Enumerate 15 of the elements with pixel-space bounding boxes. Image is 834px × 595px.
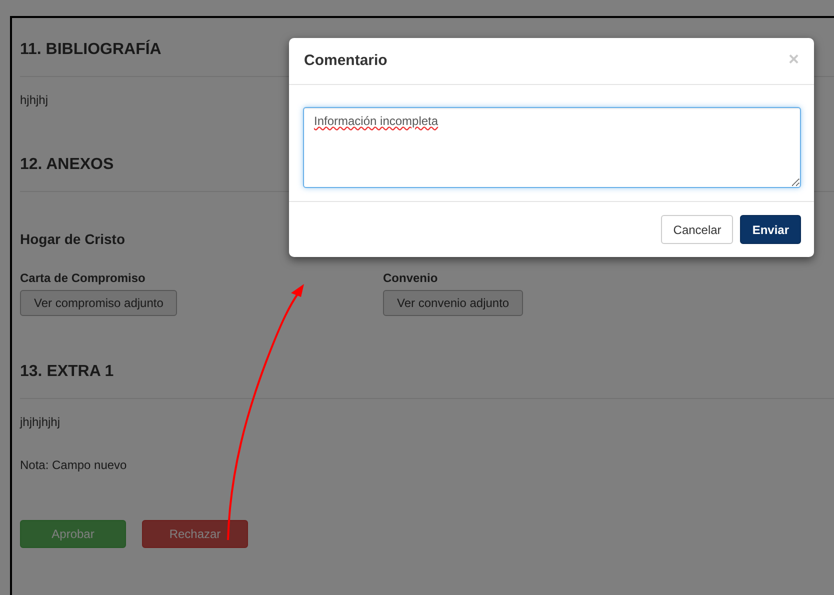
note-text: Nota: Campo nuevo: [20, 457, 127, 474]
field-label: Convenio: [383, 271, 438, 285]
cancel-button[interactable]: Cancelar: [661, 215, 734, 244]
subheading: Hogar de Cristo: [20, 230, 126, 249]
section-text: jhjhjhjhj: [20, 414, 60, 431]
reject-button[interactable]: Rechazar: [142, 520, 248, 548]
dialog-title: Comentario: [304, 51, 388, 71]
section-heading: 13. EXTRA 1: [20, 362, 834, 399]
field-label: Carta de Compromiso: [20, 271, 146, 285]
comment-field[interactable]: Información incompleta: [303, 107, 801, 188]
attachment-button[interactable]: Ver convenio adjunto: [383, 290, 524, 316]
attachment-button[interactable]: Ver compromiso adjunto: [20, 290, 178, 316]
send-button[interactable]: Enviar: [740, 215, 801, 244]
section-text: hjhjhj: [20, 92, 48, 109]
approve-button[interactable]: Aprobar: [20, 520, 126, 548]
